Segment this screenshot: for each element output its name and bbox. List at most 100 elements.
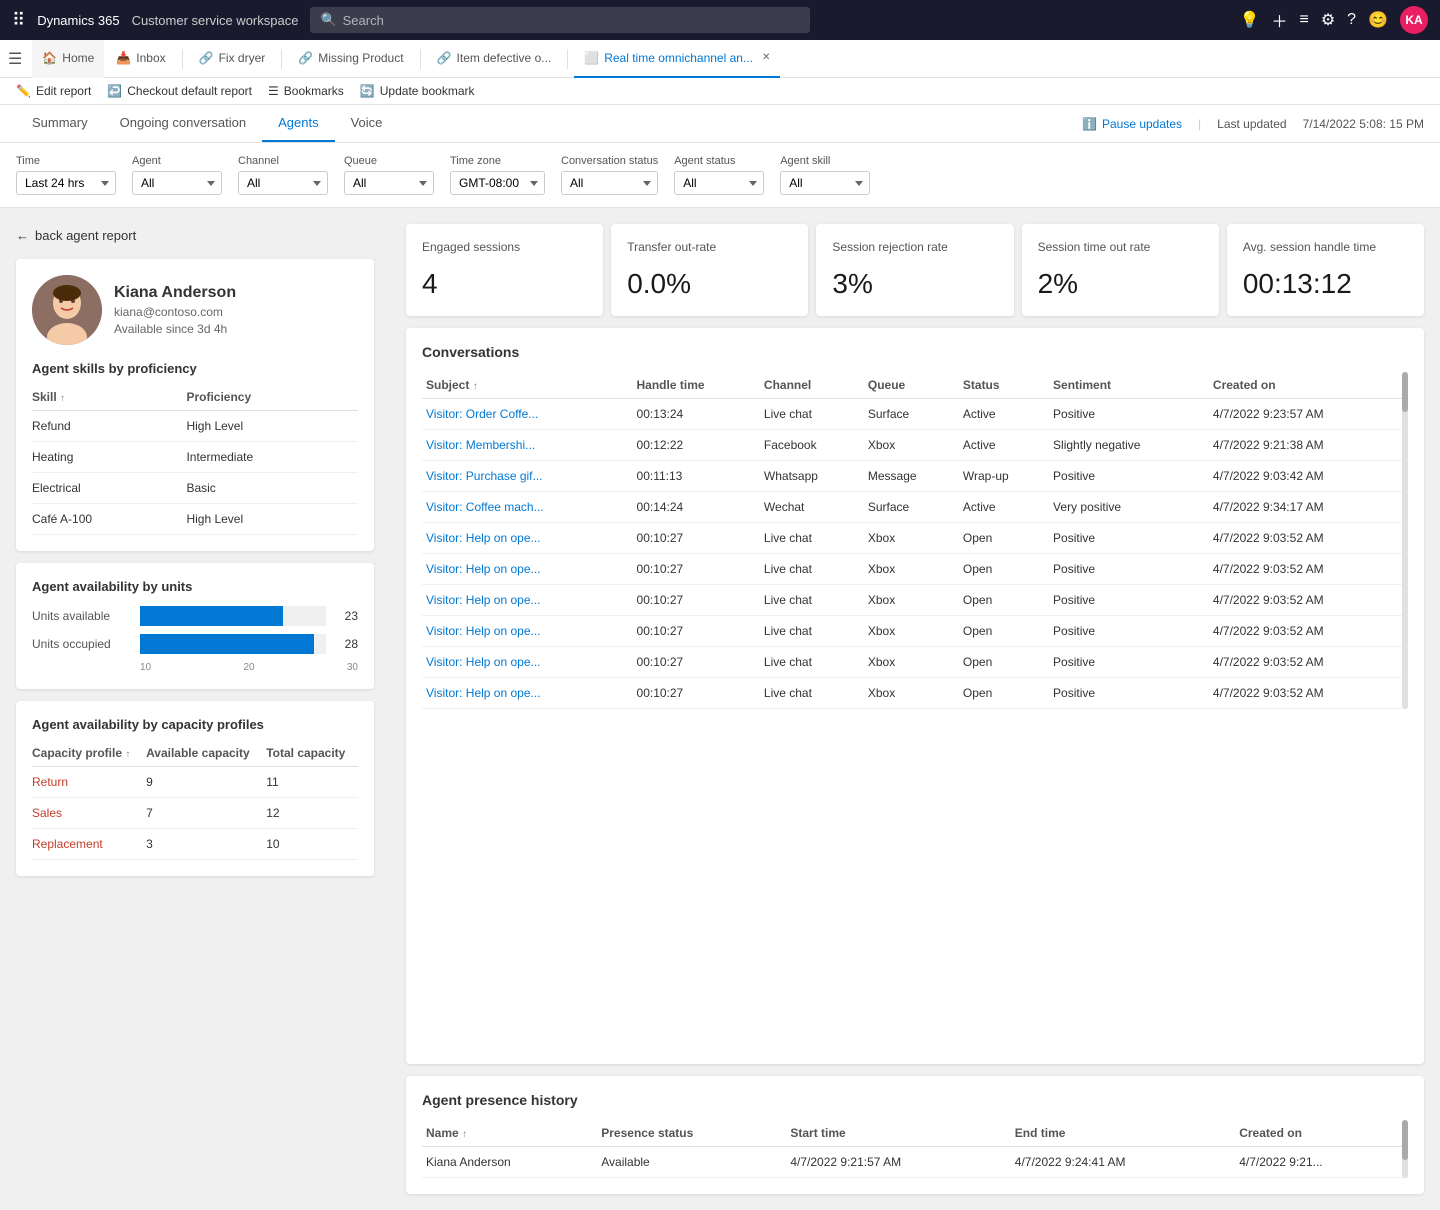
tab-summary[interactable]: Summary	[16, 105, 104, 142]
scrollbar[interactable]	[1402, 372, 1408, 709]
tab-fix-dryer[interactable]: 🔗 Fix dryer	[189, 40, 276, 78]
filter-queue: Queue All	[344, 155, 434, 195]
search-input[interactable]	[343, 13, 801, 28]
conv-created: 4/7/2022 9:03:42 AM	[1209, 460, 1408, 491]
settings-icon[interactable]: ⚙	[1321, 10, 1335, 30]
presence-scrollbar[interactable]	[1402, 1120, 1408, 1178]
filter-agent-select[interactable]: All	[132, 171, 222, 195]
skill-proficiency: High Level	[186, 504, 358, 535]
metric-title: Session rejection rate	[832, 240, 997, 256]
conversation-row: Visitor: Help on ope... 00:10:27 Live ch…	[422, 522, 1408, 553]
conv-handle: 00:12:22	[633, 429, 760, 460]
conv-created: 4/7/2022 9:03:52 AM	[1209, 615, 1408, 646]
filter-agent-skill-select[interactable]: All	[780, 171, 870, 195]
realtime-icon: ⬜	[584, 51, 599, 65]
pause-updates-button[interactable]: ℹ️ Pause updates	[1082, 117, 1182, 131]
tab-ongoing[interactable]: Ongoing conversation	[104, 105, 262, 142]
conv-subject[interactable]: Visitor: Help on ope...	[422, 615, 633, 646]
skill-sort-icon[interactable]: ↑	[60, 393, 65, 404]
user-icon[interactable]: 😊	[1368, 10, 1388, 30]
conv-channel: Live chat	[760, 398, 864, 429]
add-icon[interactable]: ＋	[1271, 8, 1287, 32]
tab-missing-product[interactable]: 🔗 Missing Product	[288, 40, 413, 78]
capacity-profile-name[interactable]: Replacement	[32, 829, 146, 860]
metric-timeout: Session time out rate 2%	[1022, 224, 1219, 316]
presence-name: Kiana Anderson	[422, 1147, 597, 1178]
conv-created: 4/7/2022 9:03:52 AM	[1209, 584, 1408, 615]
conv-status: Open	[959, 677, 1049, 708]
conv-sentiment: Very positive	[1049, 491, 1209, 522]
edit-report-button[interactable]: ✏️ Edit report	[16, 84, 91, 98]
presence-table: Name ↑ Presence status Start time End ti…	[422, 1120, 1408, 1178]
presence-row: Kiana Anderson Available 4/7/2022 9:21:5…	[422, 1147, 1408, 1178]
report-tabs: Summary Ongoing conversation Agents Voic…	[0, 105, 1440, 143]
capacity-available: 3	[146, 829, 266, 860]
hamburger-icon[interactable]: ☰	[8, 49, 22, 69]
presence-sort-icon[interactable]: ↑	[462, 1129, 467, 1140]
capacity-profile-name[interactable]: Sales	[32, 798, 146, 829]
capacity-row: Replacement310	[32, 829, 358, 860]
filter-queue-select[interactable]: All	[344, 171, 434, 195]
bar-fill	[140, 634, 314, 654]
avatar[interactable]: KA	[1400, 6, 1428, 34]
agent-name: Kiana Anderson	[114, 284, 236, 302]
conv-handle: 00:10:27	[633, 646, 760, 677]
agent-card: Kiana Anderson kiana@contoso.com Availab…	[16, 259, 374, 551]
conv-sentiment: Positive	[1049, 584, 1209, 615]
conv-subject[interactable]: Visitor: Help on ope...	[422, 646, 633, 677]
top-nav: ⠿ Dynamics 365 Customer service workspac…	[0, 0, 1440, 40]
metric-title: Session time out rate	[1038, 240, 1203, 256]
presence-scrollbar-thumb[interactable]	[1402, 1120, 1408, 1160]
agent-profile: Kiana Anderson kiana@contoso.com Availab…	[32, 275, 358, 345]
filter-channel: Channel All	[238, 155, 328, 195]
filter-time-label: Time	[16, 155, 116, 167]
conv-subject[interactable]: Visitor: Help on ope...	[422, 522, 633, 553]
conv-queue: Xbox	[864, 429, 959, 460]
search-container[interactable]: 🔍	[310, 7, 810, 33]
filter-agent-status-select[interactable]: All	[674, 171, 764, 195]
skill-proficiency: Intermediate	[186, 442, 358, 473]
conversation-row: Visitor: Order Coffe... 00:13:24 Live ch…	[422, 398, 1408, 429]
conv-status: Open	[959, 584, 1049, 615]
scrollbar-thumb[interactable]	[1402, 372, 1408, 412]
tab-inbox[interactable]: 📥 Inbox	[106, 40, 175, 78]
conv-subject[interactable]: Visitor: Order Coffe...	[422, 398, 633, 429]
filter-time: Time Last 24 hrs	[16, 155, 116, 195]
subject-sort-icon[interactable]: ↑	[473, 381, 478, 392]
tab-item-defective[interactable]: 🔗 Item defective o...	[427, 40, 562, 78]
filter-conv-status-select[interactable]: All	[561, 171, 658, 195]
tab-bar: ☰ 🏠 Home 📥 Inbox 🔗 Fix dryer 🔗 Missing P…	[0, 40, 1440, 78]
tab-agents[interactable]: Agents	[262, 105, 334, 142]
filter-icon[interactable]: ≡	[1299, 11, 1308, 29]
conv-subject[interactable]: Visitor: Membershi...	[422, 429, 633, 460]
conv-subject[interactable]: Visitor: Help on ope...	[422, 553, 633, 584]
tab-separator-2	[281, 49, 282, 69]
tab-separator-3	[420, 49, 421, 69]
tab-home[interactable]: 🏠 Home	[32, 40, 104, 78]
capacity-sort-icon[interactable]: ↑	[125, 749, 130, 760]
tab-close-icon[interactable]: ✕	[762, 52, 770, 63]
conv-subject[interactable]: Visitor: Help on ope...	[422, 584, 633, 615]
availability-card: Agent availability by units Units availa…	[16, 563, 374, 689]
help-icon[interactable]: ?	[1347, 11, 1356, 29]
waffle-icon[interactable]: ⠿	[12, 10, 25, 31]
lightbulb-icon[interactable]: 💡	[1240, 10, 1260, 30]
capacity-title: Agent availability by capacity profiles	[32, 717, 358, 732]
capacity-profile-name[interactable]: Return	[32, 767, 146, 798]
conv-subject[interactable]: Visitor: Purchase gif...	[422, 460, 633, 491]
col-queue: Queue	[864, 372, 959, 399]
tab-realtime[interactable]: ⬜ Real time omnichannel an... ✕	[574, 40, 780, 78]
main-content: ← back agent report	[0, 208, 1440, 1210]
update-bookmark-button[interactable]: 🔄 Update bookmark	[360, 84, 475, 98]
checkout-button[interactable]: ↩️ Checkout default report	[107, 84, 252, 98]
conv-subject[interactable]: Visitor: Help on ope...	[422, 677, 633, 708]
filter-timezone-select[interactable]: GMT-08:00	[450, 171, 545, 195]
home-icon: 🏠	[42, 51, 57, 65]
capacity-total: 10	[266, 829, 358, 860]
conv-subject[interactable]: Visitor: Coffee mach...	[422, 491, 633, 522]
tab-voice[interactable]: Voice	[335, 105, 399, 142]
filter-channel-select[interactable]: All	[238, 171, 328, 195]
bookmarks-button[interactable]: ☰ Bookmarks	[268, 84, 344, 98]
filter-time-select[interactable]: Last 24 hrs	[16, 171, 116, 195]
back-link[interactable]: ← back agent report	[16, 224, 374, 247]
